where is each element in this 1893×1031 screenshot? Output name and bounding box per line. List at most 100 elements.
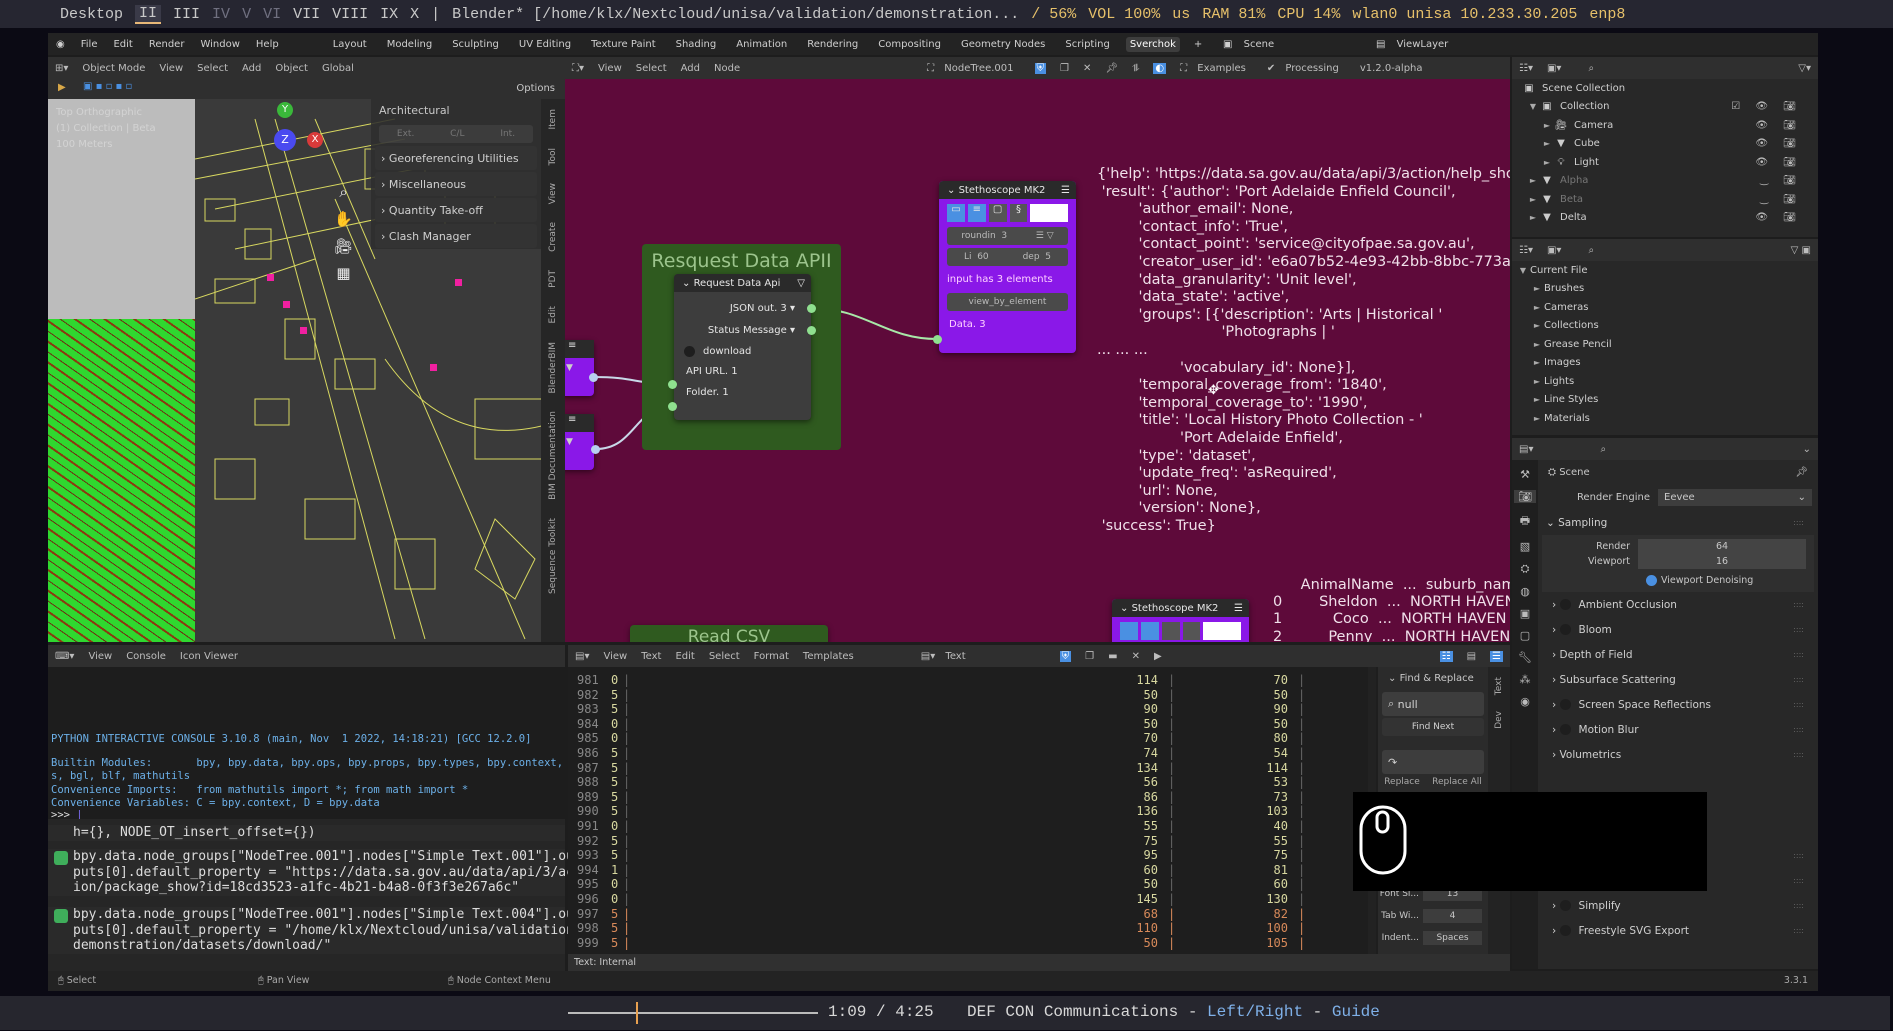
pin-icon[interactable]: 📌︎ (1795, 467, 1808, 478)
npanel-section[interactable]: › Clash Manager (375, 224, 537, 248)
expand-icon[interactable]: ► (1530, 284, 1544, 293)
select-tool-icon[interactable]: ▶ (58, 82, 66, 93)
console-menu-console[interactable]: Console (126, 651, 166, 662)
overlay-icon[interactable]: ◐ (1153, 62, 1167, 74)
text-menu-templates[interactable]: Templates (803, 651, 854, 662)
node-tree-selector[interactable]: ⛶ NodeTree.001 (927, 63, 1020, 74)
npanel-tab[interactable]: Create (548, 222, 558, 252)
expand-icon[interactable]: ▼ (1526, 102, 1540, 111)
npanel-tab[interactable]: BlenderBIM (548, 342, 558, 393)
expand-icon[interactable]: ► (1530, 414, 1544, 423)
node-menu-add[interactable]: Add (681, 63, 700, 74)
cl-button[interactable]: C/L (450, 129, 464, 139)
workspace-10[interactable]: X (410, 6, 419, 23)
monitor-icon[interactable] (1120, 622, 1138, 640)
properties-editor-type-icon[interactable]: ▤▾ (1519, 444, 1533, 455)
add-workspace-button[interactable]: + (1194, 39, 1202, 50)
render-engine-dropdown[interactable]: Eevee ⌄ (1658, 489, 1812, 506)
text-content[interactable]: 9810|114|70|75|9825|50|50|45|9835|90|90|… (568, 667, 1443, 954)
line-depth-fields[interactable]: Li 60 dep 5 (947, 248, 1068, 266)
duplicate-icon[interactable]: ❐ (1060, 63, 1069, 74)
search-icon[interactable]: ⌕ (1588, 63, 1594, 74)
visibility-render-icons[interactable]: ‿ 📷︎ (1760, 175, 1802, 186)
workspace-tab-animation[interactable]: Animation (732, 37, 791, 52)
outliner2-item[interactable]: ► Brushes (1512, 280, 1818, 299)
python-icon[interactable] (1182, 622, 1201, 640)
pin-icon[interactable]: 📌︎ (1105, 63, 1118, 74)
find-next-button[interactable]: Find Next (1382, 718, 1484, 736)
physics-tab-icon[interactable]: ◉ (1520, 695, 1530, 708)
node-menu-icon[interactable]: ☰ (1234, 603, 1243, 614)
status-message-socket[interactable] (807, 326, 816, 335)
architectural-header[interactable]: Architectural (371, 99, 541, 122)
tab-text[interactable]: Text (1494, 677, 1504, 695)
text-menu-view[interactable]: View (603, 651, 627, 662)
drag-handle-icon[interactable]: :::: (1793, 600, 1804, 609)
workspace-tab-scripting[interactable]: Scripting (1061, 37, 1113, 52)
text-menu-format[interactable]: Format (754, 651, 789, 662)
npanel-tab[interactable]: BIM Documentation (548, 411, 558, 500)
window-icon[interactable] (1161, 622, 1180, 640)
outliner2-item[interactable]: ► Images (1512, 354, 1818, 373)
blender-logo-icon[interactable]: ◉ (56, 39, 65, 50)
text-menu-edit[interactable]: Edit (675, 651, 694, 662)
outliner-item-camera[interactable]: ► 🎥︎ Camera 👁︎ 📷︎ (1512, 116, 1818, 135)
npanel-tab[interactable]: View (548, 183, 558, 204)
outliner-item-alpha[interactable]: ► ▼ Alpha ‿ 📷︎ (1512, 172, 1818, 191)
npanel-section[interactable]: › Quantity Take-off (375, 198, 537, 222)
outliner-item-cube[interactable]: ► ▼ Cube 👁︎ 📷︎ (1512, 135, 1818, 154)
folder-socket[interactable] (668, 402, 677, 411)
panel-toggle[interactable] (1559, 599, 1571, 610)
expand-icon[interactable]: ► (1530, 340, 1544, 349)
menu-render[interactable]: Render (149, 39, 185, 50)
line-limit-field[interactable]: Li 60 (964, 252, 989, 262)
outliner2-item[interactable]: ► Collections (1512, 317, 1818, 336)
scene-tab-icon[interactable]: ⛭ (1521, 562, 1530, 576)
expand-icon[interactable]: ► (1540, 139, 1554, 148)
color-swatch[interactable] (1030, 204, 1069, 222)
3d-viewport[interactable]: ▶ ▣ ▪ ▫ ▪ ▫ Options Top Orthographic (1)… (48, 79, 565, 642)
syntax-highlight-toggle-icon[interactable]: ☰ (1490, 650, 1503, 662)
camera-view-icon[interactable]: 🎥︎ (334, 233, 353, 260)
find-input[interactable]: ⌕ null (1382, 692, 1484, 716)
viewport-menu-object[interactable]: Object (275, 63, 308, 74)
workspace-tab-geometry-nodes[interactable]: Geometry Nodes (957, 37, 1049, 52)
render-tab-icon[interactable]: 📷︎ (1514, 490, 1536, 503)
visibility-render-icons[interactable]: ☑ 👁︎ 📷︎ (1731, 101, 1802, 112)
drag-handle-icon[interactable]: :::: (1793, 851, 1804, 860)
collapse-icon[interactable]: ⌄ (1803, 444, 1811, 455)
expand-icon[interactable]: ► (1530, 321, 1544, 330)
input-folder[interactable]: Folder. 1 (686, 382, 811, 403)
viewport-menu-add[interactable]: Add (242, 63, 261, 74)
visibility-render-icons[interactable]: ‿ 📷︎ (1760, 194, 1802, 205)
blend-file-icon[interactable]: ▣▾ (1547, 245, 1561, 256)
output-status-message[interactable]: Status Message ▾ (674, 320, 795, 342)
blender-file-outliner[interactable]: ☷▾ ▣▾ ⌕ ▽ ▣ ▼ Current File ► Brushes ► Cameras ►… (1512, 239, 1818, 435)
replace-all-button[interactable]: Replace All (1432, 777, 1482, 787)
workspace-tab-rendering[interactable]: Rendering (803, 37, 862, 52)
rounding-field[interactable]: roundin 3 ☰ ▽ (947, 227, 1068, 245)
simple-text-node-folder[interactable]: ≡ ▼ (565, 414, 594, 470)
display-mode-icon[interactable]: ☷▾ (1519, 63, 1533, 74)
visibility-render-icons[interactable]: 👁︎ 📷︎ (1755, 212, 1802, 223)
processing-toggle[interactable]: ✔ Processing (1267, 63, 1346, 74)
drag-handle-icon[interactable]: :::: (1793, 901, 1804, 910)
outliner[interactable]: ☷▾ ▣▾ ⌕ ▽▾ ▣ Scene Collection ▼ ▣ Collection ☑ … (1512, 57, 1818, 237)
object-tab-icon[interactable]: ▢ (1520, 629, 1530, 642)
stethoscope-node[interactable]: ⌄ Stethoscope MK2 ☰ ▭ ≡ ▢ § roundin 3 ☰ ▽ … (939, 181, 1076, 353)
pan-hand-icon[interactable]: ✋ (334, 206, 353, 233)
gizmo-y-axis[interactable]: Y (277, 102, 293, 118)
text-editor-type-icon[interactable]: ▤▾ (575, 651, 589, 662)
drag-handle-icon[interactable]: :::: (1793, 876, 1804, 885)
drag-handle-icon[interactable]: :::: (1793, 625, 1804, 634)
outliner-item-collection[interactable]: ▼ ▣ Collection ☑ 👁︎ 📷︎ (1512, 98, 1818, 117)
filter-icon[interactable]: ▽ ▣ (1791, 245, 1811, 256)
viewport-menu-select[interactable]: Select (197, 63, 228, 74)
panel-ambient-occlusion[interactable]: › Ambient Occlusion:::: (1538, 592, 1818, 617)
menu-edit[interactable]: Edit (113, 39, 132, 50)
unlink-icon[interactable]: ✕ (1083, 63, 1091, 74)
panel-volumetrics[interactable]: › Volumetrics:::: (1538, 742, 1818, 767)
workspace-3[interactable]: III (173, 6, 200, 23)
workspace-tab-modeling[interactable]: Modeling (383, 37, 437, 52)
expand-icon[interactable]: ► (1540, 121, 1554, 130)
